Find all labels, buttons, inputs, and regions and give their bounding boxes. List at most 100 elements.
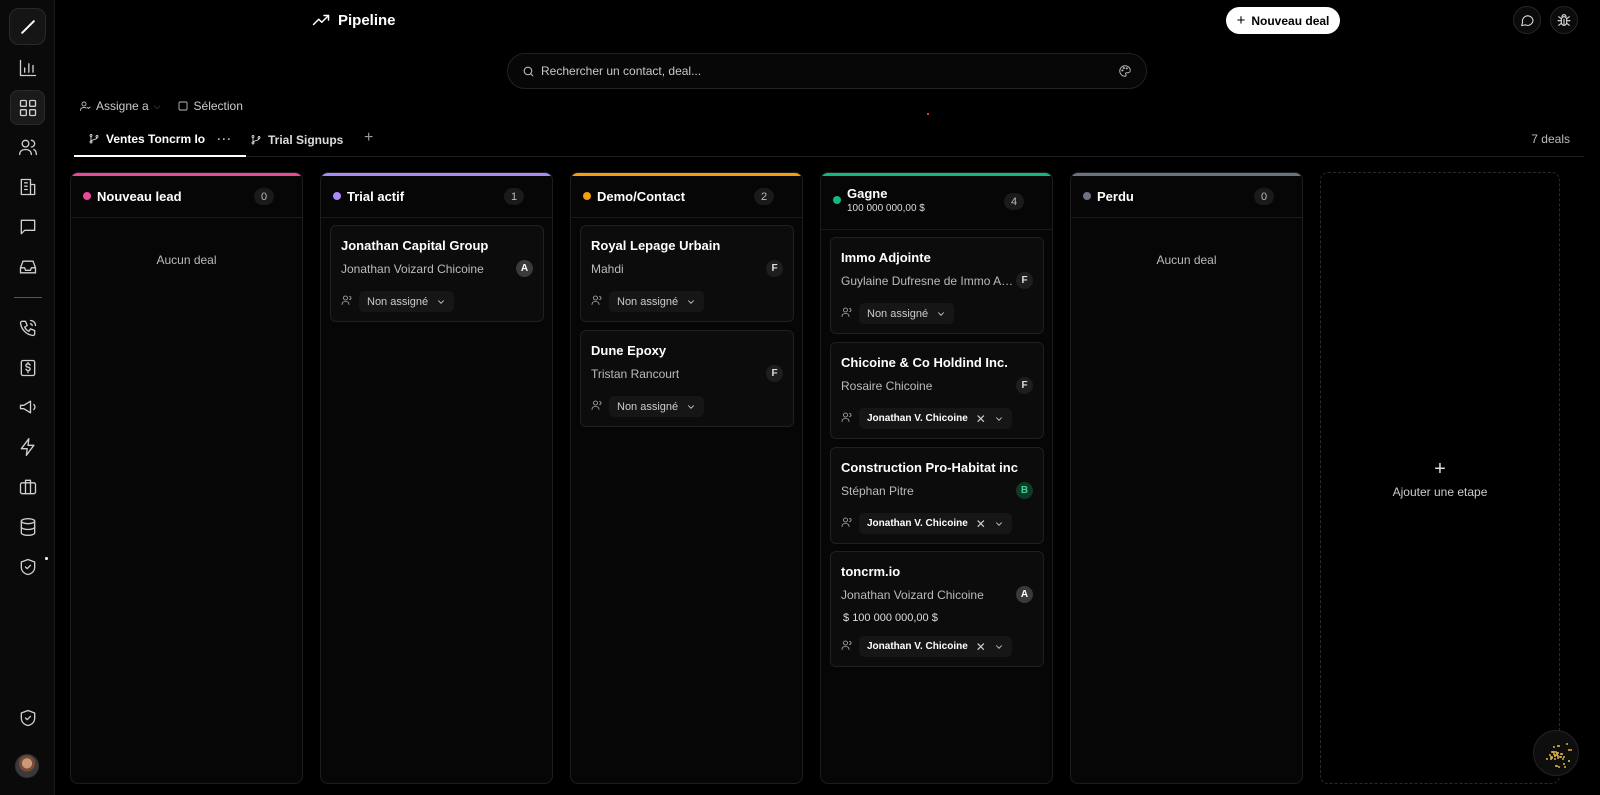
assistant-sparkle-button[interactable] xyxy=(1533,730,1579,776)
users-icon xyxy=(591,294,603,309)
deal-card[interactable]: Dune Epoxy Tristan Rancourt F Non assign… xyxy=(580,330,794,427)
column-gagne: Gagne 100 000 000,00 $ 4 Immo Adjointe G… xyxy=(820,172,1053,784)
filter-bar: Assigne a ⌵ Sélection xyxy=(79,99,243,113)
assignee-label: Non assigné xyxy=(617,295,679,308)
assign-filter[interactable]: Assigne a ⌵ xyxy=(79,99,161,113)
add-stage-button[interactable]: + Ajouter une etape xyxy=(1320,172,1560,784)
contact-badge: F xyxy=(766,260,783,277)
deal-card[interactable]: Royal Lepage Urbain Mahdi F Non assigné xyxy=(580,225,794,322)
sidebar-item-automations[interactable] xyxy=(10,429,45,464)
assignee-label: Non assigné xyxy=(367,295,429,308)
deal-card[interactable]: Immo Adjointe Guylaine Dufresne de Immo … xyxy=(830,237,1044,334)
lightning-icon xyxy=(20,437,34,456)
assignee-label: Non assigné xyxy=(617,400,679,413)
sparkle-particle xyxy=(1563,762,1566,765)
search-bar[interactable]: Rechercher un contact, deal... xyxy=(507,53,1147,89)
sidebar-item-billing[interactable] xyxy=(10,350,45,385)
column-title: Nouveau lead xyxy=(97,189,182,204)
contact-badge: F xyxy=(1016,377,1033,394)
git-branch-icon xyxy=(89,133,99,143)
sidebar-item-admin[interactable] xyxy=(10,700,45,735)
deal-title: Construction Pro-Habitat inc xyxy=(841,460,1018,475)
contact-badge: A xyxy=(1016,586,1033,603)
bug-report-button[interactable] xyxy=(1550,6,1578,34)
message-square-icon xyxy=(20,219,35,234)
chevron-down-icon xyxy=(995,644,1002,649)
deal-card[interactable]: Jonathan Capital Group Jonathan Voizard … xyxy=(330,225,544,322)
dollar-icon: $ xyxy=(843,612,853,624)
deal-title: Immo Adjointe xyxy=(841,250,931,265)
git-branch-icon xyxy=(251,134,261,144)
pipeline-tabs: Ventes Toncrm Io ··· Trial Signups + 7 d… xyxy=(74,122,1584,157)
selection-toggle[interactable]: Sélection xyxy=(177,99,243,113)
sidebar-item-inbox[interactable] xyxy=(10,249,45,284)
assignee-select[interactable]: Non assigné xyxy=(609,291,705,312)
deal-contact: Guylaine Dufresne de Immo Adj... xyxy=(841,274,1016,288)
assignee-row: Non assigné xyxy=(841,303,955,324)
users-icon xyxy=(841,306,853,321)
close-icon[interactable]: ✕ xyxy=(976,640,986,654)
assignee-row: Jonathan V. Chicoine ✕ xyxy=(841,636,1012,657)
chevron-down-icon: ⌵ xyxy=(153,100,161,111)
sparkle-particle xyxy=(1561,758,1564,761)
chevron-down-icon xyxy=(995,521,1002,526)
assignee-select[interactable]: Non assigné xyxy=(359,291,455,312)
sidebar-item-jobs[interactable] xyxy=(10,469,45,504)
tab-trial-signups[interactable]: Trial Signups xyxy=(250,122,343,157)
search-placeholder: Rechercher un contact, deal... xyxy=(541,64,702,78)
sidebar-item-security[interactable] xyxy=(10,549,45,584)
assignee-select[interactable]: Non assigné xyxy=(859,303,955,324)
sidebar-item-database[interactable] xyxy=(10,509,45,544)
chevron-down-icon xyxy=(688,299,695,304)
sidebar-item-pipeline[interactable] xyxy=(10,90,45,125)
assignee-row: Jonathan V. Chicoine ✕ xyxy=(841,408,1012,429)
deal-card[interactable]: toncrm.io Jonathan Voizard Chicoine A $ … xyxy=(830,551,1044,667)
deal-contact: Rosaire Chicoine xyxy=(841,379,933,393)
new-deal-button[interactable]: + Nouveau deal xyxy=(1226,7,1340,34)
chat-button[interactable] xyxy=(1513,6,1541,34)
stage-dot xyxy=(583,192,591,200)
assignee-select[interactable]: Jonathan V. Chicoine ✕ xyxy=(859,513,1012,534)
empty-state: Aucun deal xyxy=(156,253,217,267)
sidebar-item-companies[interactable] xyxy=(10,169,45,204)
deal-card[interactable]: Construction Pro-Habitat inc Stéphan Pit… xyxy=(830,447,1044,544)
add-pipeline-button[interactable]: + xyxy=(364,129,373,147)
assignee-select[interactable]: Jonathan V. Chicoine ✕ xyxy=(859,408,1012,429)
deal-title: Royal Lepage Urbain xyxy=(591,238,721,253)
users-icon xyxy=(841,516,853,531)
assignee-label: Jonathan V. Chicoine xyxy=(867,641,968,652)
sidebar-item-analytics[interactable] xyxy=(10,50,45,85)
more-options-icon[interactable]: ··· xyxy=(217,132,232,146)
deal-card[interactable]: Chicoine & Co Holdind Inc. Rosaire Chico… xyxy=(830,342,1044,439)
shield-check-icon xyxy=(20,709,35,726)
deal-contact: Mahdi xyxy=(591,262,624,276)
page-title: Pipeline xyxy=(312,11,396,29)
sidebar-item-messages[interactable] xyxy=(10,209,45,244)
user-avatar[interactable] xyxy=(15,754,39,778)
sidebar-item-campaigns[interactable] xyxy=(10,389,45,424)
palette-icon[interactable] xyxy=(1118,64,1132,78)
close-icon[interactable]: ✕ xyxy=(976,517,986,531)
briefcase-icon xyxy=(19,479,36,494)
deal-title: Chicoine & Co Holdind Inc. xyxy=(841,355,1008,370)
assignee-select[interactable]: Non assigné xyxy=(609,396,705,417)
close-icon[interactable]: ✕ xyxy=(976,412,986,426)
checkbox-icon xyxy=(178,101,187,111)
dollar-receipt-icon xyxy=(20,359,35,376)
slash-logo-icon xyxy=(20,19,35,34)
column-title: Demo/Contact xyxy=(597,189,686,204)
sidebar-item-calls[interactable] xyxy=(10,310,45,345)
bar-chart-icon xyxy=(19,59,36,76)
tab-ventes-toncrm[interactable]: Ventes Toncrm Io ··· xyxy=(74,122,247,157)
assignee-label: Non assigné xyxy=(867,307,929,320)
contact-badge: A xyxy=(516,260,533,277)
users-icon xyxy=(18,139,37,155)
sparkle-particle xyxy=(1561,752,1564,755)
column-count: 0 xyxy=(254,188,274,205)
sparkle-particle xyxy=(1557,766,1560,769)
contact-badge: F xyxy=(766,365,783,382)
assignee-select[interactable]: Jonathan V. Chicoine ✕ xyxy=(859,636,1012,657)
sidebar-item-contacts[interactable] xyxy=(10,129,45,164)
deal-contact: Tristan Rancourt xyxy=(591,367,680,381)
app-logo[interactable] xyxy=(9,8,46,45)
